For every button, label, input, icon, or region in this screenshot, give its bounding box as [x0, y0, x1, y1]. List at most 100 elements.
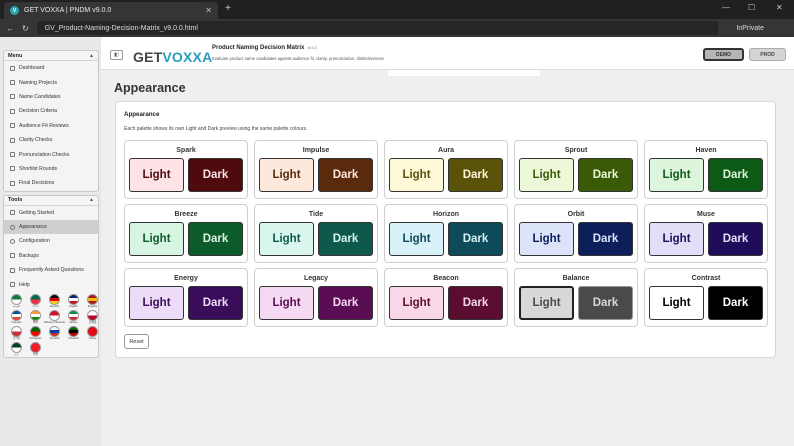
- sidebar-item-frequently-asked-questions[interactable]: Frequently Asked Questions: [4, 263, 98, 277]
- inprivate-badge[interactable]: InPrivate: [726, 25, 788, 32]
- palette-spark[interactable]: Spark Light Dark: [124, 140, 248, 199]
- dark-preview-button[interactable]: Dark: [578, 286, 633, 320]
- sidebar-item-label: Pronunciation Checks: [19, 151, 70, 158]
- dark-preview-button[interactable]: Dark: [188, 286, 243, 320]
- dark-preview-button[interactable]: Dark: [448, 222, 503, 256]
- dark-preview-button[interactable]: Dark: [448, 286, 503, 320]
- sidebar-item-help[interactable]: Help: [4, 277, 98, 291]
- language-option[interactable]: العربية: [7, 293, 26, 309]
- sidebar-item-label: Configuration: [19, 238, 50, 245]
- sidebar-item-clarity-checks[interactable]: Clarity Checks: [4, 133, 98, 147]
- card-title: Appearance: [124, 111, 160, 118]
- sidebar-item-dashboard[interactable]: Dashboard: [4, 61, 98, 75]
- language-option[interactable]: Deutsch: [45, 293, 64, 309]
- palette-muse[interactable]: Muse Light Dark: [644, 204, 768, 263]
- sidebar-item-shortlist-rounds[interactable]: Shortlist Rounds: [4, 162, 98, 176]
- language-option[interactable]: 한국어: [7, 325, 26, 341]
- language-option[interactable]: Español: [83, 293, 102, 309]
- dark-preview-button[interactable]: Dark: [318, 222, 373, 256]
- light-preview-button[interactable]: Light: [129, 222, 184, 256]
- minimize-icon[interactable]: —: [722, 3, 730, 12]
- sidebar-item-appearance[interactable]: Appearance: [4, 219, 98, 235]
- language-option[interactable]: Italiano: [64, 309, 83, 325]
- palette-sprout[interactable]: Sprout Light Dark: [514, 140, 638, 199]
- url-field[interactable]: GV_Product-Naming-Decision-Matrix_v9.0.0…: [36, 21, 719, 35]
- sidebar-item-getting-started[interactable]: Getting Started: [4, 206, 98, 220]
- sidebar-item-configuration[interactable]: Configuration: [4, 234, 98, 248]
- dark-preview-button[interactable]: Dark: [708, 222, 763, 256]
- dark-preview-button[interactable]: Dark: [448, 158, 503, 192]
- new-tab-icon[interactable]: +: [225, 3, 231, 14]
- dark-preview-button[interactable]: Dark: [188, 222, 243, 256]
- reset-button[interactable]: Reset: [124, 334, 149, 349]
- sidebar-item-pronunciation-checks[interactable]: Pronunciation Checks: [4, 147, 98, 161]
- palette-name: Muse: [697, 211, 715, 218]
- light-preview-button[interactable]: Light: [259, 286, 314, 320]
- palette-contrast[interactable]: Contrast Light Dark: [644, 268, 768, 327]
- sidebar-item-naming-projects[interactable]: Naming Projects: [4, 75, 98, 89]
- language-option[interactable]: Français: [7, 309, 26, 325]
- sidebar-item-audience-fit-reviews[interactable]: Audience Fit Reviews: [4, 119, 98, 133]
- palette-balance[interactable]: Balance Light Dark: [514, 268, 638, 327]
- tools-header[interactable]: Tools ▲: [4, 196, 98, 206]
- palette-aura[interactable]: Aura Light Dark: [384, 140, 508, 199]
- language-option[interactable]: Русский: [45, 325, 64, 341]
- light-preview-button[interactable]: Light: [129, 286, 184, 320]
- dark-preview-button[interactable]: Dark: [318, 158, 373, 192]
- palette-breeze[interactable]: Breeze Light Dark: [124, 204, 248, 263]
- light-preview-button[interactable]: Light: [129, 158, 184, 192]
- window-close-icon[interactable]: ✕: [776, 3, 783, 12]
- sidebar-item-backups[interactable]: Backups: [4, 249, 98, 263]
- collapse-icon[interactable]: ▲: [89, 197, 94, 203]
- dark-preview-button[interactable]: Dark: [578, 158, 633, 192]
- palette-impulse[interactable]: Impulse Light Dark: [254, 140, 378, 199]
- menu-header[interactable]: Menu ▲: [4, 51, 98, 61]
- palette-legacy[interactable]: Legacy Light Dark: [254, 268, 378, 327]
- maximize-icon[interactable]: ☐: [748, 3, 755, 12]
- palette-beacon[interactable]: Beacon Light Dark: [384, 268, 508, 327]
- sidebar-item-final-decisions[interactable]: Final Decisions: [4, 176, 98, 190]
- reload-icon[interactable]: ↻: [22, 24, 29, 33]
- language-option[interactable]: 中文: [26, 341, 45, 357]
- language-option[interactable]: Türkçe: [83, 325, 102, 341]
- language-option[interactable]: Português: [26, 325, 45, 341]
- language-option[interactable]: हिन्दी: [26, 309, 45, 325]
- light-preview-button[interactable]: Light: [649, 286, 704, 320]
- language-option[interactable]: English: [64, 293, 83, 309]
- browser-tab[interactable]: V GET VOXXA | PNDM v9.0.0 ✕: [4, 2, 218, 19]
- light-preview-button[interactable]: Light: [389, 222, 444, 256]
- demo-button[interactable]: DEMO: [703, 48, 744, 61]
- language-option[interactable]: বাংলা: [26, 293, 45, 309]
- light-preview-button[interactable]: Light: [519, 158, 574, 192]
- light-preview-button[interactable]: Light: [649, 158, 704, 192]
- language-option[interactable]: Kiswahili: [64, 325, 83, 341]
- close-tab-icon[interactable]: ✕: [205, 6, 212, 15]
- prod-button[interactable]: PROD: [749, 48, 786, 61]
- light-preview-button[interactable]: Light: [649, 222, 704, 256]
- dark-preview-button[interactable]: Dark: [188, 158, 243, 192]
- sidebar-item-decision-criteria[interactable]: Decision Criteria: [4, 104, 98, 118]
- light-preview-button[interactable]: Light: [389, 158, 444, 192]
- dark-preview-button[interactable]: Dark: [708, 286, 763, 320]
- dark-preview-button[interactable]: Dark: [708, 158, 763, 192]
- sidebar-item-name-candidates[interactable]: Name Candidates: [4, 90, 98, 104]
- palette-tide[interactable]: Tide Light Dark: [254, 204, 378, 263]
- light-preview-button[interactable]: Light: [519, 222, 574, 256]
- palette-horizon[interactable]: Horizon Light Dark: [384, 204, 508, 263]
- dark-preview-button[interactable]: Dark: [318, 286, 373, 320]
- collapse-icon[interactable]: ▲: [89, 53, 94, 59]
- language-option[interactable]: 日本語: [83, 309, 102, 325]
- language-option[interactable]: Bahasa Indonesia: [44, 309, 65, 325]
- light-preview-button[interactable]: Light: [259, 222, 314, 256]
- back-icon[interactable]: ←: [6, 24, 14, 33]
- light-preview-button[interactable]: Light: [519, 286, 575, 320]
- palette-energy[interactable]: Energy Light Dark: [124, 268, 248, 327]
- sidebar-item-label: Dashboard: [19, 65, 45, 72]
- sidebar-toggle-button[interactable]: ◧: [110, 50, 123, 60]
- light-preview-button[interactable]: Light: [259, 158, 314, 192]
- palette-orbit[interactable]: Orbit Light Dark: [514, 204, 638, 263]
- palette-haven[interactable]: Haven Light Dark: [644, 140, 768, 199]
- dark-preview-button[interactable]: Dark: [578, 222, 633, 256]
- language-option[interactable]: اردو: [7, 341, 26, 357]
- light-preview-button[interactable]: Light: [389, 286, 444, 320]
